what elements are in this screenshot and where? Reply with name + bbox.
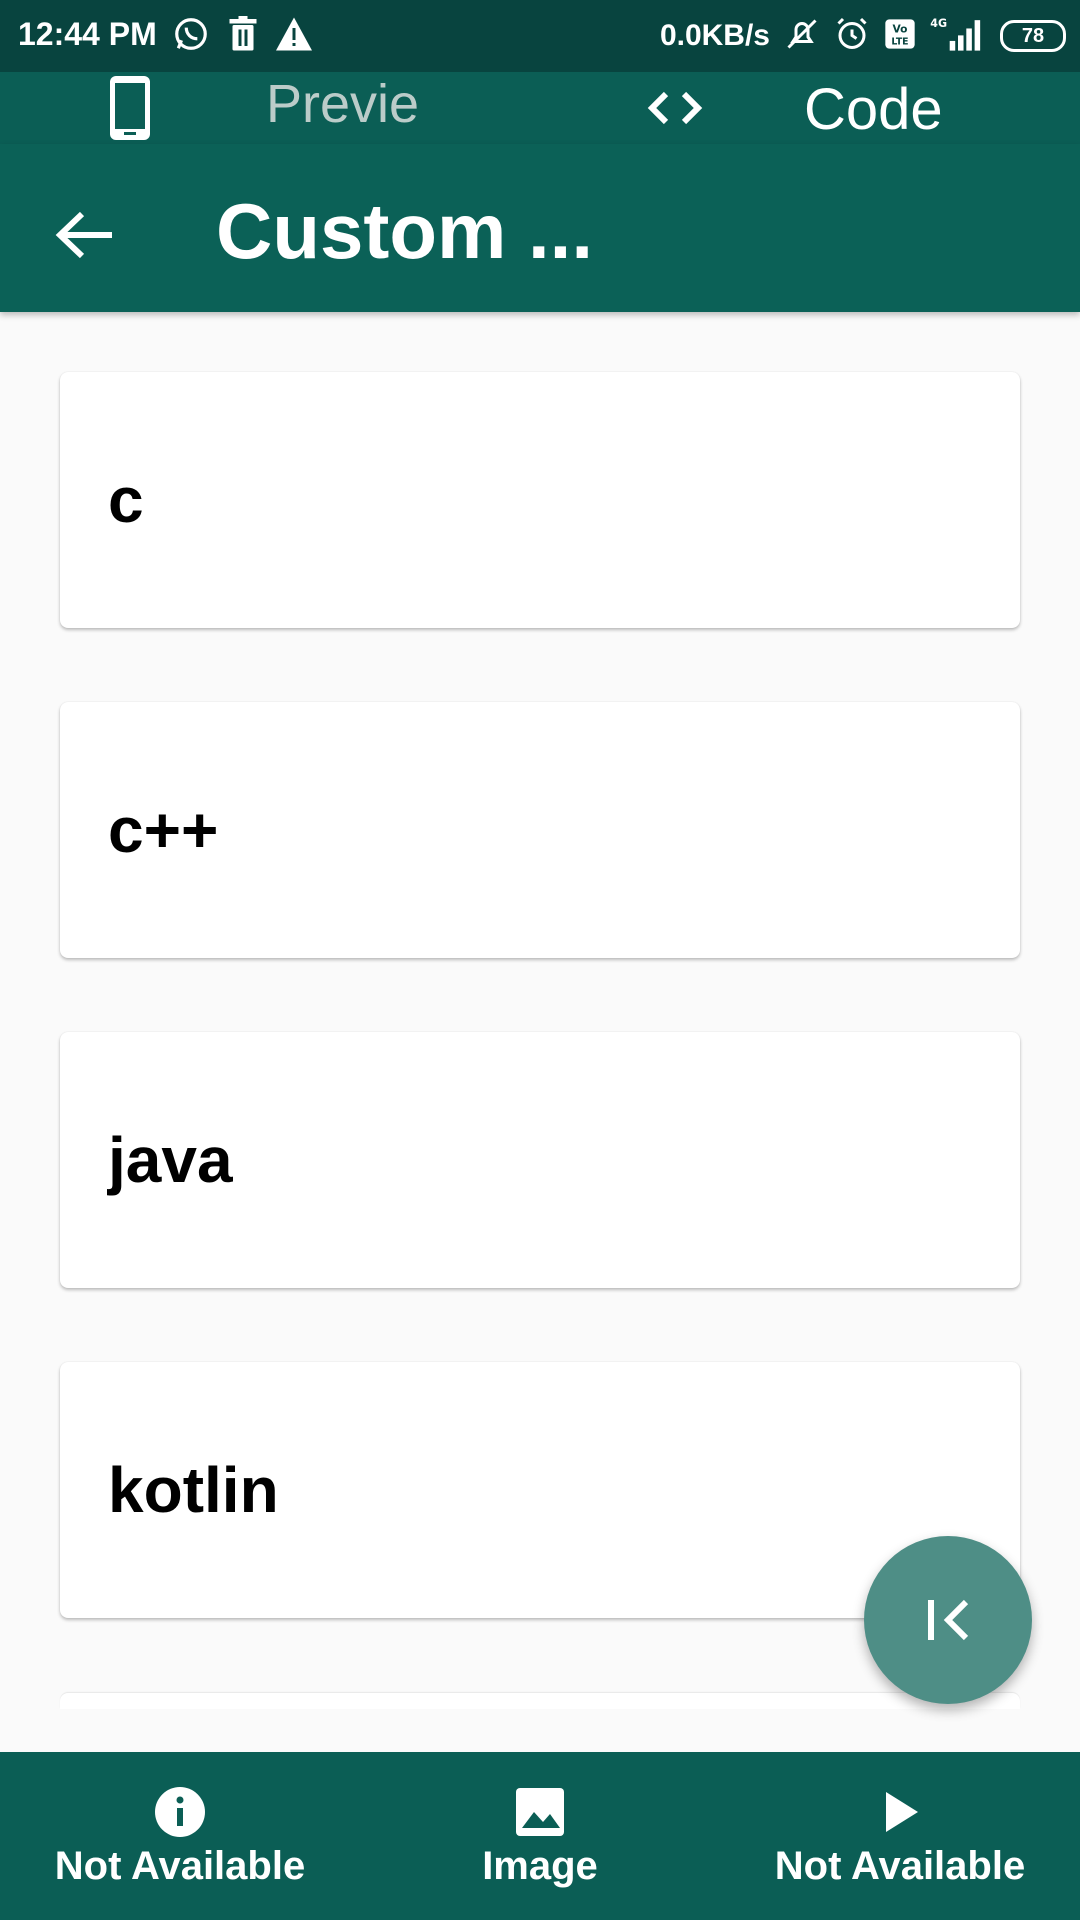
app-bar: Custom ...: [0, 144, 1080, 312]
play-icon: [886, 1792, 918, 1832]
top-tab-bar: Previe w Code: [0, 72, 1080, 210]
mute-icon: [784, 16, 820, 57]
list-item-label: c: [108, 464, 144, 536]
list-item-label: kotlin: [108, 1454, 279, 1526]
bottom-nav: Not Available Image Not Available: [0, 1752, 1080, 1920]
battery-indicator: 78: [1000, 20, 1066, 52]
tab-code-label: Code: [804, 77, 943, 142]
tab-code[interactable]: Code: [630, 72, 960, 144]
list-item-label: c++: [108, 794, 219, 866]
svg-text:LTE: LTE: [891, 36, 908, 47]
collapse-fab-button[interactable]: [864, 1536, 1032, 1704]
signal-icon: 4G: [930, 16, 986, 57]
volte-icon: Vo LTE: [884, 18, 916, 55]
back-arrow-icon[interactable]: [50, 200, 120, 270]
bottom-nav-label: Image: [482, 1844, 598, 1888]
bottom-nav-info[interactable]: Not Available: [30, 1752, 330, 1920]
phone-icon: [110, 76, 150, 140]
list-item-label: java: [108, 1124, 233, 1196]
net-speed: 0.0KB/s: [659, 19, 770, 52]
bottom-nav-play[interactable]: Not Available: [750, 1752, 1050, 1920]
list-item[interactable]: c: [60, 372, 1020, 628]
svg-text:Vo: Vo: [893, 22, 908, 35]
svg-text:4G: 4G: [930, 17, 947, 30]
image-icon: [516, 1788, 564, 1836]
bottom-nav-image[interactable]: Image: [390, 1752, 690, 1920]
page-title: Custom ...: [216, 187, 594, 275]
list-item-partial[interactable]: [60, 1693, 1020, 1709]
code-icon: [647, 91, 703, 125]
alarm-icon: [834, 16, 870, 57]
bottom-nav-label: Not Available: [774, 1844, 1026, 1888]
info-icon: [155, 1787, 205, 1837]
list-item[interactable]: java: [60, 1032, 1020, 1288]
collapse-left-icon: [928, 1599, 969, 1641]
status-right: 0.0KB/s Vo LTE 4G 78: [660, 14, 1066, 58]
list-item[interactable]: c++: [60, 702, 1020, 958]
bottom-nav-label: Not Available: [54, 1844, 306, 1888]
